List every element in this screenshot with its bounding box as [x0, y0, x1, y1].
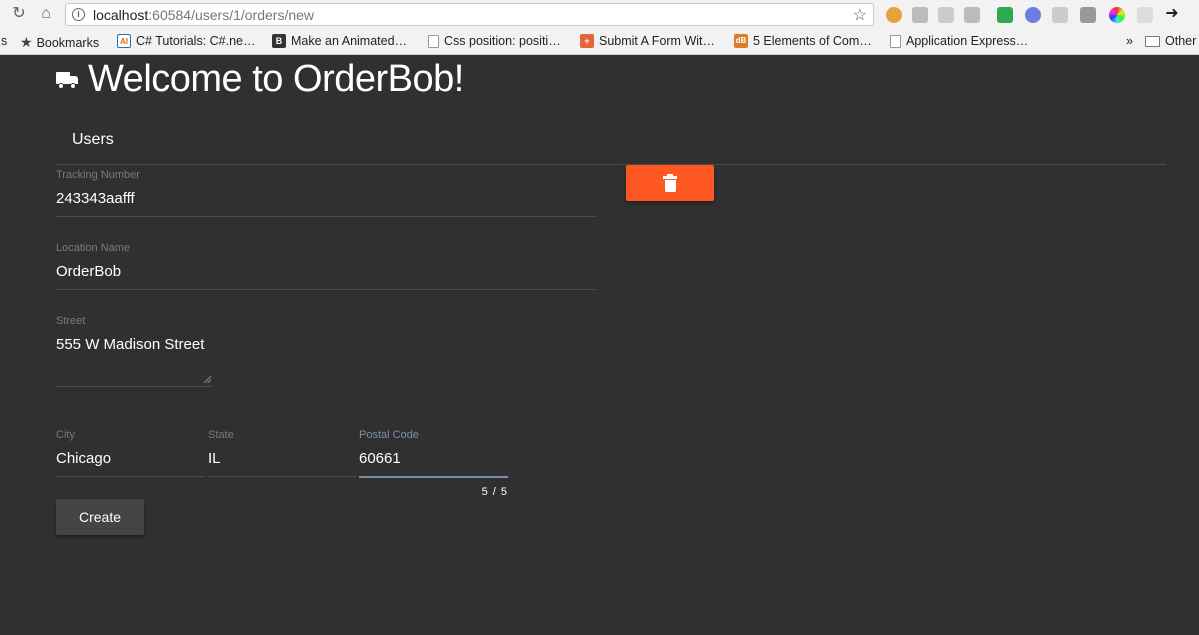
- rss-extension-icon[interactable]: [938, 7, 954, 23]
- resize-handle[interactable]: [204, 376, 211, 383]
- bookmark-application-express[interactable]: Application Express…: [890, 34, 1028, 48]
- page-title: Welcome to OrderBob!: [88, 58, 464, 100]
- app-header: Welcome to OrderBob!: [56, 58, 464, 101]
- city-underline: [56, 476, 204, 477]
- star-icon: ★: [20, 34, 33, 50]
- bookmark-cut[interactable]: s: [1, 34, 7, 48]
- postal-code-underline: [359, 476, 508, 478]
- cors-extension-icon[interactable]: [997, 7, 1013, 23]
- street-label: Street: [56, 315, 86, 327]
- postal-code-field[interactable]: Postal Code 60661: [359, 429, 508, 479]
- es-extension-icon[interactable]: [1137, 7, 1153, 23]
- location-name-field[interactable]: Location Name OrderBob: [56, 242, 596, 290]
- location-name-input[interactable]: OrderBob: [56, 263, 121, 280]
- r-extension-icon[interactable]: [1025, 7, 1041, 23]
- plus-icon: +: [580, 34, 594, 48]
- postal-code-input[interactable]: 60661: [359, 450, 401, 467]
- page-icon: [428, 34, 439, 48]
- cookie-extension-icon[interactable]: [886, 7, 902, 23]
- bookmark-star-icon[interactable]: ☆: [853, 5, 867, 25]
- tracking-number-label: Tracking Number: [56, 169, 140, 181]
- b-icon: B: [272, 34, 286, 48]
- island-extension-icon[interactable]: [1052, 7, 1068, 23]
- db-icon: dB: [734, 34, 748, 48]
- street-textarea[interactable]: 555 W Madison Street: [56, 336, 212, 387]
- create-button[interactable]: Create: [56, 499, 144, 535]
- city-field[interactable]: City Chicago: [56, 429, 204, 477]
- browser-toolbar: ↻ ⌂ i localhost:60584/users/1/orders/new…: [0, 0, 1199, 29]
- state-underline: [208, 476, 356, 477]
- street-field: Street: [56, 315, 216, 335]
- home-icon[interactable]: ⌂: [37, 5, 55, 23]
- nav-divider: [56, 164, 1166, 165]
- bookmarks-bar: s ★ Bookmarks AI C# Tutorials: C#.ne… B Mak…: [0, 29, 1199, 55]
- state-input[interactable]: IL: [208, 450, 221, 467]
- folder-icon: [1145, 35, 1160, 47]
- postal-code-char-counter: 5 / 5: [481, 486, 508, 498]
- share-arrow-icon[interactable]: ➜: [1163, 5, 1181, 23]
- bookmark-other-folder[interactable]: Other: [1145, 34, 1196, 48]
- city-input[interactable]: Chicago: [56, 450, 111, 467]
- bookmark-csharp-tutorials[interactable]: AI C# Tutorials: C#.ne…: [117, 34, 256, 48]
- color-picker-extension-icon[interactable]: [1109, 7, 1125, 23]
- info-icon[interactable]: i: [72, 8, 85, 21]
- page-icon: [890, 34, 901, 48]
- tracking-number-input[interactable]: 243343aafff: [56, 190, 135, 207]
- reader-extension-icon[interactable]: [912, 7, 928, 23]
- url-path: :60584/users/1/orders/new: [148, 7, 315, 23]
- state-field[interactable]: State IL: [208, 429, 356, 477]
- ai-icon: AI: [117, 34, 131, 48]
- cursor-extension-icon[interactable]: [964, 7, 980, 23]
- state-label: State: [208, 429, 234, 441]
- trash-icon: [663, 174, 677, 192]
- delete-button[interactable]: [626, 165, 714, 201]
- bookmark-make-animated[interactable]: B Make an Animated…: [272, 34, 407, 48]
- bookmark-5-elements[interactable]: dB 5 Elements of Com…: [734, 34, 872, 48]
- postal-code-label: Postal Code: [359, 429, 419, 441]
- url-text[interactable]: localhost:60584/users/1/orders/new: [93, 7, 314, 23]
- tracking-number-field[interactable]: Tracking Number 243343aafff: [56, 169, 596, 217]
- city-label: City: [56, 429, 75, 441]
- truck-icon: [56, 71, 78, 89]
- address-bar[interactable]: i localhost:60584/users/1/orders/new ☆: [65, 3, 874, 26]
- no-image-extension-icon[interactable]: [1080, 7, 1096, 23]
- bookmarks-overflow-chevron[interactable]: »: [1126, 34, 1133, 48]
- street-value: 555 W Madison Street: [56, 336, 205, 353]
- reload-icon[interactable]: ↻: [10, 5, 28, 23]
- location-name-underline: [56, 289, 596, 290]
- nav-link-users[interactable]: Users: [72, 131, 114, 149]
- bookmark-bookmarks[interactable]: ★ Bookmarks: [20, 34, 99, 51]
- location-name-label: Location Name: [56, 242, 130, 254]
- url-host: localhost: [93, 7, 149, 23]
- tracking-number-underline: [56, 216, 596, 217]
- bookmark-css-position[interactable]: Css position: positi…: [428, 34, 561, 48]
- bookmark-submit-form[interactable]: + Submit A Form Wit…: [580, 34, 715, 48]
